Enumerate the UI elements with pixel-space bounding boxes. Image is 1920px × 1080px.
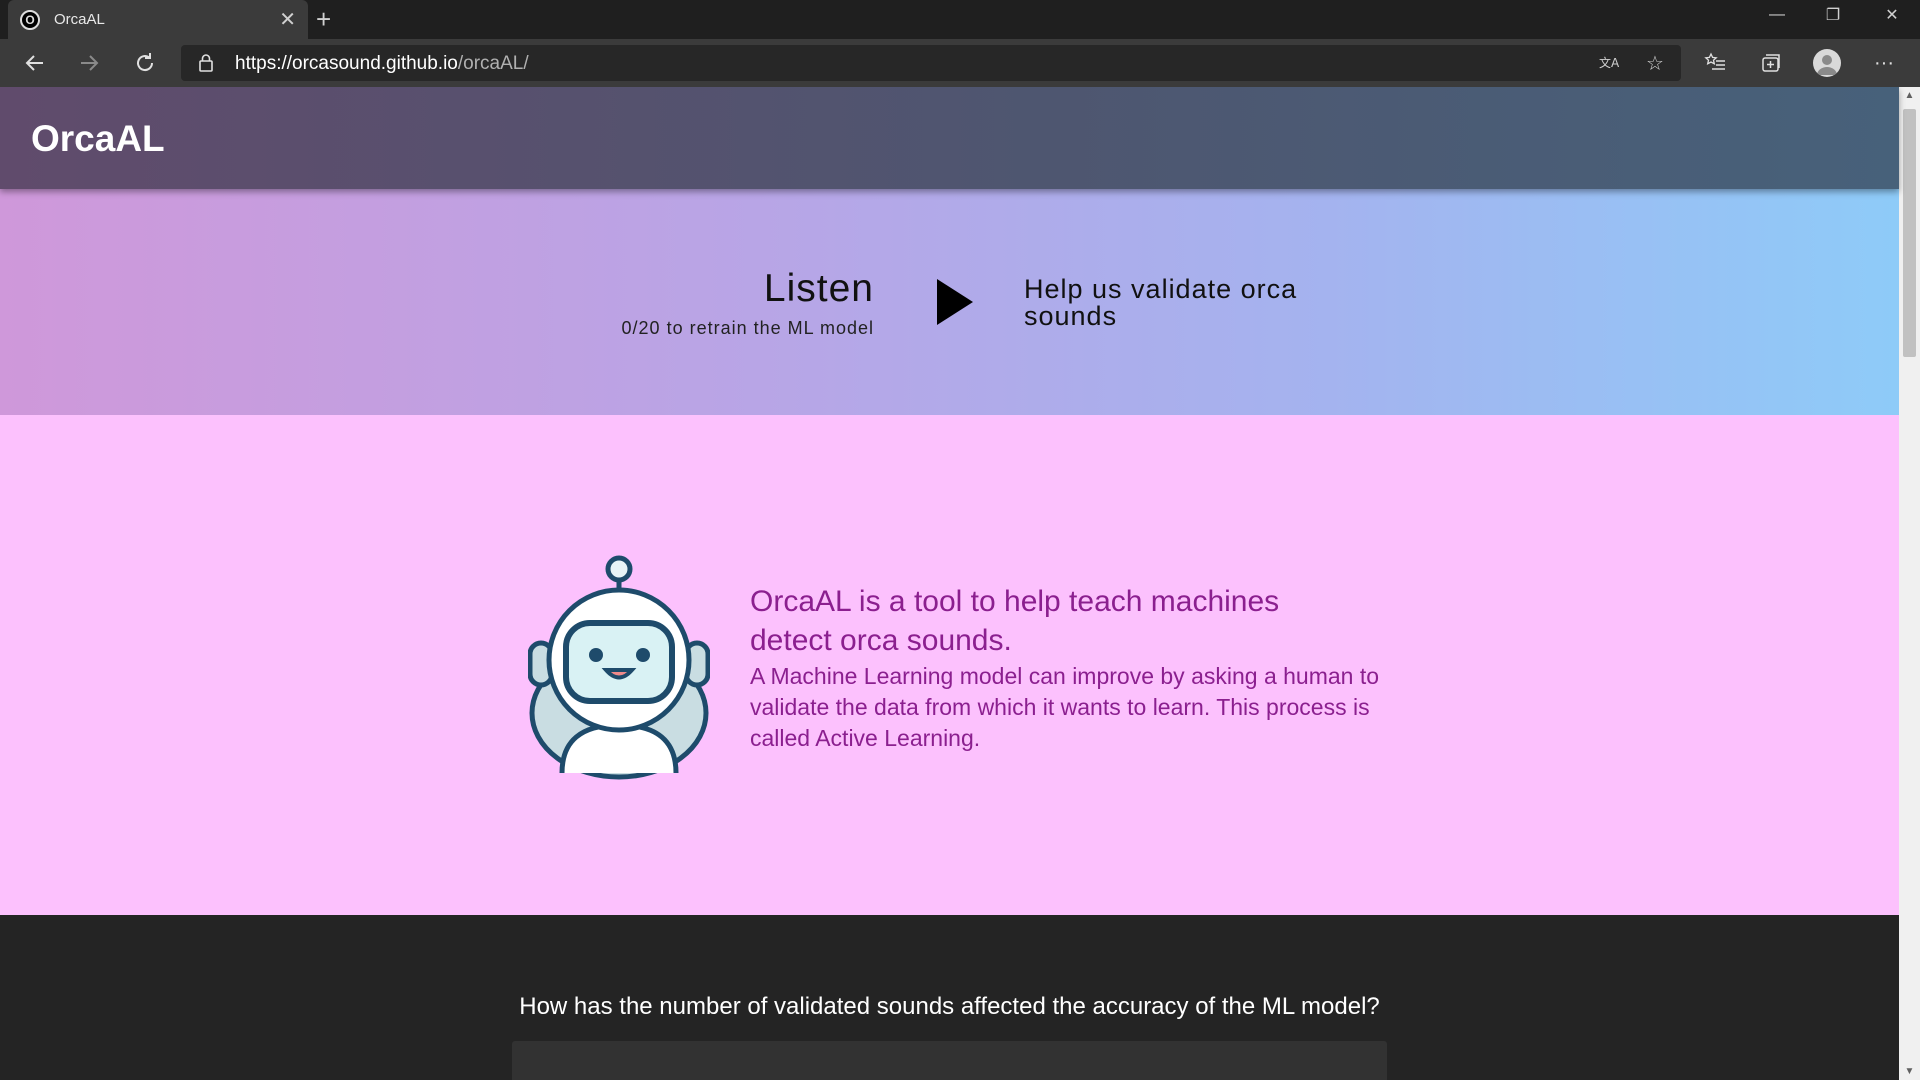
favorites-icon[interactable] [1701,49,1729,77]
site-favicon-icon: O [20,9,40,30]
accuracy-chart-section: How has the number of validated sounds a… [0,915,1899,1080]
help-validate-text: Help us validate orca sounds [1024,274,1298,331]
refresh-icon[interactable] [129,47,161,79]
retrain-progress-text: 0/20 to retrain the ML model [621,318,874,338]
collections-icon[interactable] [1757,49,1785,77]
scroll-thumb[interactable] [1903,109,1916,357]
profile-icon[interactable] [1813,49,1841,77]
chart-question: How has the number of validated sounds a… [519,993,1380,1020]
page-viewport: OrcaAL Listen 0/20 to retrain the ML mod… [0,87,1920,1080]
forward-icon[interactable] [73,47,105,79]
play-icon[interactable] [935,277,975,327]
about-section: OrcaAL is a tool to help teach machines … [0,415,1899,915]
minimize-button[interactable]: — [1749,0,1805,30]
browser-tab[interactable]: O OrcaAL ✕ [8,0,308,39]
address-bar[interactable]: https://orcasound.github.io/orcaAL/ 文A ☆ [181,45,1681,81]
tab-title: OrcaAL [54,11,105,28]
new-tab-button[interactable]: + [316,6,331,32]
restore-button[interactable]: ❐ [1805,0,1861,30]
translate-icon[interactable]: 文A [1597,51,1621,75]
robot-icon [528,555,710,780]
svg-text:文A: 文A [1599,55,1619,70]
chart-panel [512,1041,1387,1080]
url-text[interactable]: https://orcasound.github.io/orcaAL/ [235,53,529,75]
tab-strip: O OrcaAL ✕ + — ❐ ✕ [0,0,1920,39]
lock-icon[interactable] [199,54,213,72]
app-header: OrcaAL [0,87,1899,189]
more-icon[interactable]: ··· [1870,49,1898,77]
about-body: A Machine Learning model can improve by … [750,663,1380,751]
scroll-up-icon[interactable]: ▲ [1899,87,1920,104]
scroll-down-icon[interactable]: ▼ [1899,1063,1920,1080]
page-scrollbar[interactable]: ▲ ▼ [1899,87,1920,1080]
tab-close-icon[interactable]: ✕ [279,10,296,30]
listen-section: Listen 0/20 to retrain the ML model Help… [0,189,1899,415]
about-heading: OrcaAL is a tool to help teach machines … [750,585,1280,657]
star-icon[interactable]: ☆ [1643,51,1667,75]
close-window-button[interactable]: ✕ [1864,0,1920,30]
browser-toolbar: https://orcasound.github.io/orcaAL/ 文A ☆… [0,39,1920,87]
app-title: OrcaAL [31,118,165,159]
page: OrcaAL Listen 0/20 to retrain the ML mod… [0,87,1899,1080]
listen-title: Listen [763,267,874,310]
back-icon[interactable] [19,47,51,79]
